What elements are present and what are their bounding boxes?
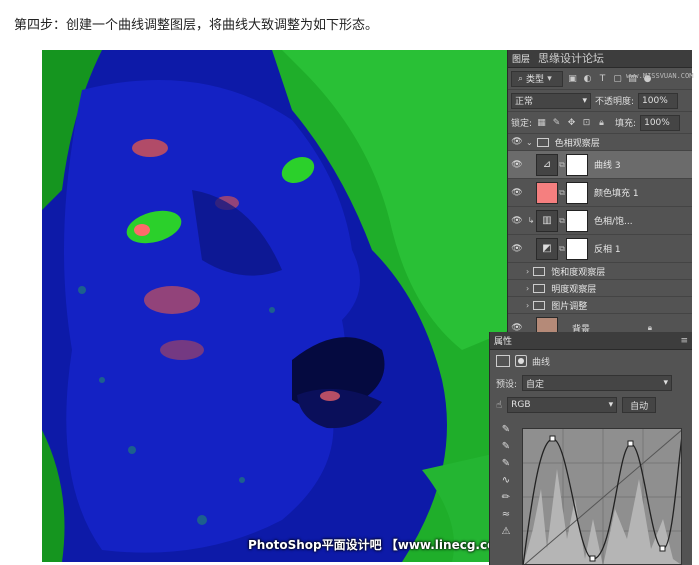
link-icon: ⧉	[559, 187, 565, 197]
sample-gray-eyedropper-icon[interactable]: ✎	[496, 441, 516, 458]
eye-icon[interactable]: 👁︎	[508, 216, 526, 226]
eye-icon[interactable]: 👁︎	[508, 244, 526, 254]
layer-mask-thumbnail[interactable]	[566, 181, 588, 204]
link-icon: ⧉	[559, 159, 565, 169]
layer-group-saturation[interactable]: › 饱和度观察层	[508, 263, 692, 280]
link-icon: ⧉	[559, 215, 565, 225]
preset-label: 预设:	[496, 379, 518, 390]
layer-hue-saturation[interactable]: 👁︎ ↳ ▥ ⧉ 色相/饱...	[508, 207, 692, 235]
target-adjust-icon[interactable]: ☝︎	[496, 400, 502, 411]
link-icon: ⧉	[559, 243, 565, 253]
lock-position-icon[interactable]: ✥	[566, 117, 577, 128]
layer-mask-thumbnail[interactable]	[566, 237, 588, 260]
inverted-portrait-image	[42, 50, 510, 562]
hue-saturation-icon: ▥	[536, 209, 558, 232]
properties-panel-header: 属性 ≡	[490, 332, 692, 350]
smooth-curve-icon[interactable]: ≈	[496, 509, 516, 526]
chevron-down-icon[interactable]: ⌄	[526, 138, 533, 147]
chevron-right-icon[interactable]: ›	[526, 301, 529, 310]
folder-icon	[533, 266, 546, 276]
eye-icon[interactable]: 👁︎	[508, 137, 526, 147]
auto-button[interactable]: 自动	[622, 397, 657, 413]
layers-panel: 图层 思缘设计论坛 www.MISSVUAN.COM ⌕ 类型 ▾ ▣ ◐ T …	[507, 50, 694, 339]
sample-white-eyedropper-icon[interactable]: ✎	[496, 458, 516, 475]
properties-panel: 属性 ≡ 曲线 预设: 自定 ▾ ☝︎ RGB ▾ 自动 ✎ ✎ ✎ ∿ ✏ ≈…	[489, 332, 692, 565]
opacity-label: 不透明度:	[595, 97, 635, 107]
invert-icon: ◩	[536, 237, 558, 260]
preset-select[interactable]: 自定 ▾	[522, 375, 673, 391]
chevron-right-icon[interactable]: ›	[526, 284, 529, 293]
lock-transparency-icon[interactable]: ▦	[536, 117, 547, 128]
chevron-down-icon: ▾	[663, 378, 669, 388]
layer-color-fill-1[interactable]: 👁︎ ⧉ 颜色填充 1	[508, 179, 692, 207]
search-icon: ⌕	[517, 73, 524, 84]
curves-tool-column: ✎ ✎ ✎ ∿ ✏ ≈ ⚠	[496, 424, 516, 543]
color-fill-swatch	[536, 181, 558, 204]
logo-url: www.MISSVUAN.COM	[626, 72, 694, 80]
layer-curves-3[interactable]: 👁︎ ⊿ ⧉ 曲线 3	[508, 151, 692, 179]
adjustment-filter-icon[interactable]: ◐	[582, 73, 593, 84]
logo-text: 思缘设计论坛	[538, 52, 604, 65]
fill-input[interactable]: 100%	[640, 114, 681, 131]
chevron-down-icon: ▾	[582, 95, 587, 106]
lock-row: 锁定: ▦ ✎ ✥ ⊡ 🔒︎ 填充: 100%	[508, 112, 692, 134]
curves-adjustment-icon: ⊿	[536, 153, 558, 176]
channel-row: ☝︎ RGB ▾ 自动	[490, 394, 692, 416]
lock-all-icon[interactable]: 🔒︎	[596, 117, 607, 128]
layers-panel-title[interactable]: 图层	[512, 52, 530, 65]
fill-label: 填充:	[615, 119, 637, 129]
layer-mask-thumbnail[interactable]	[566, 209, 588, 232]
clip-arrow-icon: ↳	[527, 216, 535, 225]
clipping-warning-icon[interactable]: ⚠	[496, 526, 516, 543]
curve-histogram	[523, 429, 681, 564]
step-title: 第四步：创建一个曲线调整图层，将曲线大致调整为如下形态。	[14, 18, 379, 33]
curves-graph[interactable]	[522, 428, 682, 565]
mask-icon[interactable]	[515, 355, 527, 367]
curves-icon	[496, 355, 510, 367]
lock-artboard-icon[interactable]: ⊡	[581, 117, 592, 128]
adjustment-type-row: 曲线	[490, 350, 692, 372]
opacity-input[interactable]: 100%	[638, 92, 679, 109]
preset-row: 预设: 自定 ▾	[490, 372, 692, 394]
folder-icon	[533, 300, 546, 310]
blend-row: 正常 ▾ 不透明度: 100%	[508, 90, 692, 112]
chevron-down-icon: ▾	[547, 73, 552, 84]
eye-icon[interactable]: 👁︎	[508, 188, 526, 198]
chevron-right-icon[interactable]: ›	[526, 267, 529, 276]
properties-panel-title[interactable]: 属性	[494, 334, 512, 347]
channel-select[interactable]: RGB ▾	[507, 397, 618, 413]
layer-group-luminance[interactable]: › 明度观察层	[508, 280, 692, 297]
layer-filter-select[interactable]: ⌕ 类型 ▾	[511, 70, 563, 87]
type-filter-icon[interactable]: T	[597, 73, 608, 84]
pencil-draw-icon[interactable]: ✏	[496, 492, 516, 509]
eye-icon[interactable]: 👁︎	[508, 160, 526, 170]
layer-group-image-adjust[interactable]: › 图片调整	[508, 297, 692, 314]
sample-black-eyedropper-icon[interactable]: ✎	[496, 424, 516, 441]
folder-icon	[536, 137, 549, 147]
pixel-filter-icon[interactable]: ▣	[567, 73, 578, 84]
image-canvas[interactable]	[42, 50, 510, 562]
folder-icon	[533, 283, 546, 293]
layer-invert-1[interactable]: 👁︎ ◩ ⧉ 反相 1	[508, 235, 692, 263]
chevron-down-icon: ▾	[608, 400, 614, 410]
shape-filter-icon[interactable]: ▢	[612, 73, 623, 84]
edit-points-curve-icon[interactable]: ∿	[496, 475, 516, 492]
layer-group-hue[interactable]: 👁︎ ⌄ 色相观察层	[508, 134, 692, 151]
panel-menu-icon[interactable]: ≡	[680, 336, 688, 346]
blend-mode-select[interactable]: 正常 ▾	[511, 92, 591, 109]
lock-label: 锁定:	[511, 119, 533, 129]
lock-image-icon[interactable]: ✎	[551, 117, 562, 128]
layer-mask-thumbnail[interactable]	[566, 153, 588, 176]
adjustment-name: 曲线	[532, 357, 551, 368]
